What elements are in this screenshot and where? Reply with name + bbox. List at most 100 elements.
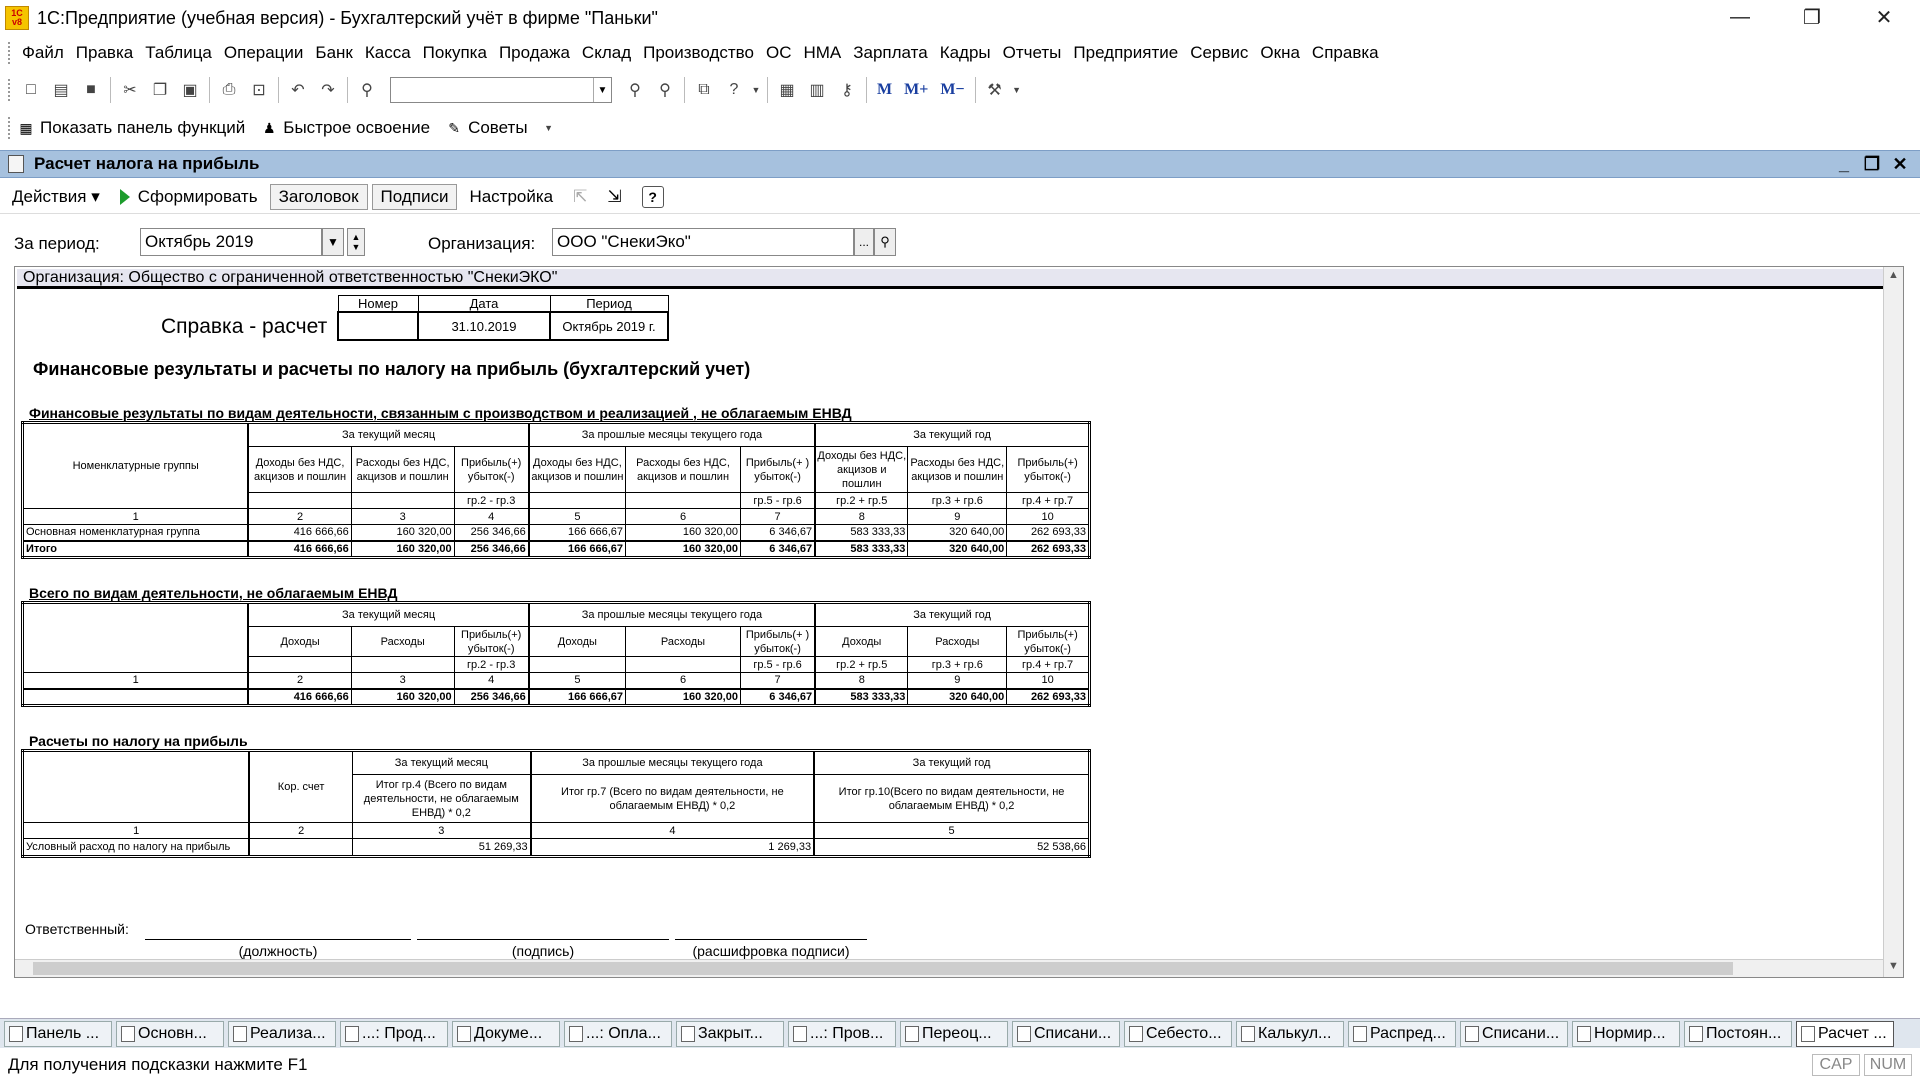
task-item[interactable]: ...: Опла... <box>564 1020 672 1047</box>
calendar-icon[interactable]: ▥ <box>802 75 832 105</box>
task-item[interactable]: Калькул... <box>1236 1020 1344 1047</box>
find-next-icon[interactable]: ⚲ <box>620 75 650 105</box>
menu-hr[interactable]: Кадры <box>934 43 997 63</box>
settings-button[interactable]: Настройка <box>461 185 561 209</box>
task-item[interactable]: Панель ... <box>4 1020 112 1047</box>
generate-button[interactable]: Сформировать <box>112 185 266 209</box>
organization-input[interactable]: ООО "СнекиЭко" <box>552 228 854 256</box>
table-cell: 320 640,00 <box>907 524 1008 541</box>
tips-button[interactable]: ✎ Советы <box>444 118 527 138</box>
preview-icon[interactable]: ⊡ <box>244 75 274 105</box>
chevron-down-icon[interactable]: ▼ <box>542 113 556 143</box>
menu-production[interactable]: Производство <box>637 43 760 63</box>
task-item[interactable]: Основн... <box>116 1020 224 1047</box>
chevron-down-icon[interactable]: ▼ <box>749 75 763 105</box>
import-icon[interactable]: ⇲ <box>599 185 629 209</box>
help-button[interactable]: ? <box>634 184 672 210</box>
menu-service[interactable]: Сервис <box>1184 43 1254 63</box>
tools-icon[interactable]: ⚒ <box>980 75 1010 105</box>
task-item-active[interactable]: Расчет ... <box>1796 1020 1894 1047</box>
menu-intangibles[interactable]: НМА <box>797 43 847 63</box>
menu-salary[interactable]: Зарплата <box>847 43 933 63</box>
open-folder-icon[interactable]: ▤ <box>46 75 76 105</box>
empty-label-cell <box>22 687 250 706</box>
task-item[interactable]: Реализа... <box>228 1020 336 1047</box>
redo-icon[interactable]: ↷ <box>313 75 343 105</box>
menu-edit[interactable]: Правка <box>70 43 139 63</box>
menu-help[interactable]: Справка <box>1306 43 1385 63</box>
task-item[interactable]: ...: Пров... <box>788 1020 896 1047</box>
toolbar-grip[interactable] <box>8 117 12 139</box>
report-spreadsheet[interactable]: Организация: Общество с ограниченной отв… <box>14 266 1904 978</box>
new-document-icon[interactable]: □ <box>16 75 46 105</box>
menu-purchase[interactable]: Покупка <box>417 43 493 63</box>
help-context-icon[interactable]: ? <box>719 75 749 105</box>
menu-fixed-assets[interactable]: ОС <box>760 43 798 63</box>
window-title: 1С:Предприятие (учебная версия) - Бухгал… <box>37 7 658 28</box>
show-panel-button[interactable]: ▦ Показать панель функций <box>16 118 245 138</box>
actions-menu[interactable]: Действия ▾ <box>4 185 108 209</box>
period-input[interactable]: Октябрь 2019 <box>140 228 322 256</box>
report-icon <box>1689 1025 1703 1042</box>
menu-warehouse[interactable]: Склад <box>576 43 637 63</box>
close-button[interactable]: ✕ <box>1848 0 1920 34</box>
task-item[interactable]: Списани... <box>1460 1020 1568 1047</box>
menu-bank[interactable]: Банк <box>309 43 358 63</box>
organization-select-button[interactable]: ... <box>854 228 874 256</box>
menu-enterprise[interactable]: Предприятие <box>1067 43 1184 63</box>
doc-minimize-button[interactable]: _ <box>1830 151 1858 177</box>
memory-plus-button[interactable]: M+ <box>898 81 934 99</box>
signatures-toggle-button[interactable]: Подписи <box>371 183 458 210</box>
memory-button[interactable]: M <box>871 81 898 99</box>
task-item[interactable]: ...: Прод... <box>340 1020 448 1047</box>
doc-restore-button[interactable]: ❐ <box>1858 151 1886 177</box>
task-item[interactable]: Нормир... <box>1572 1020 1680 1047</box>
find-icon[interactable]: ⚲ <box>352 75 382 105</box>
toolbar-grip[interactable] <box>8 42 12 64</box>
paste-icon[interactable]: ▣ <box>175 75 205 105</box>
copy-icon[interactable]: ❐ <box>145 75 175 105</box>
save-icon[interactable]: ■ <box>76 75 106 105</box>
print-icon[interactable]: ⎙ <box>214 75 244 105</box>
chevron-down-icon[interactable]: ▼ <box>593 78 611 102</box>
toolbar-grip[interactable] <box>8 79 12 101</box>
scroll-up-icon[interactable]: ▲ <box>1886 269 1901 284</box>
search-icon[interactable]: ⚲ <box>874 228 896 256</box>
task-item[interactable]: Переоц... <box>900 1020 1008 1047</box>
restore-button[interactable]: ❐ <box>1776 0 1848 34</box>
export-icon[interactable]: ⇱ <box>565 185 595 209</box>
windows-icon[interactable]: ⧉ <box>689 75 719 105</box>
task-item[interactable]: Себесто... <box>1124 1020 1232 1047</box>
scroll-down-icon[interactable]: ▼ <box>1886 960 1901 975</box>
task-item[interactable]: Закрыт... <box>676 1020 784 1047</box>
menu-operations[interactable]: Операции <box>218 43 310 63</box>
memory-minus-button[interactable]: M− <box>934 81 970 99</box>
find-prev-icon[interactable]: ⚲ <box>650 75 680 105</box>
task-item[interactable]: Докуме... <box>452 1020 560 1047</box>
chevron-down-icon[interactable]: ▼ <box>1010 75 1024 105</box>
search-combo[interactable]: ▼ <box>390 77 612 103</box>
menu-reports[interactable]: Отчеты <box>997 43 1068 63</box>
header-toggle-button[interactable]: Заголовок <box>269 183 368 210</box>
minimize-button[interactable]: — <box>1704 0 1776 34</box>
menu-cash[interactable]: Касса <box>359 43 417 63</box>
undo-icon[interactable]: ↶ <box>283 75 313 105</box>
menu-file[interactable]: Файл <box>16 43 70 63</box>
task-item[interactable]: Постоян... <box>1684 1020 1792 1047</box>
calculator-icon[interactable]: ▦ <box>772 75 802 105</box>
menu-windows[interactable]: Окна <box>1254 43 1306 63</box>
doc-close-button[interactable]: ✕ <box>1886 151 1914 177</box>
cut-icon[interactable]: ✂ <box>115 75 145 105</box>
lightbulb-icon: ✎ <box>448 119 460 136</box>
period-spinner[interactable]: ▲ ▼ <box>347 228 365 256</box>
scroll-thumb[interactable] <box>33 962 1733 975</box>
task-item[interactable]: Списани... <box>1012 1020 1120 1047</box>
task-item[interactable]: Распред... <box>1348 1020 1456 1047</box>
menu-sales[interactable]: Продажа <box>493 43 576 63</box>
key-icon[interactable]: ⚷ <box>832 75 862 105</box>
quick-learn-button[interactable]: ♟ Быстрое освоение <box>259 118 430 138</box>
horizontal-scrollbar[interactable] <box>15 959 1883 977</box>
period-dropdown-button[interactable]: ▼ <box>322 228 344 256</box>
vertical-scrollbar[interactable]: ▲ ▼ <box>1883 267 1903 977</box>
menu-table[interactable]: Таблица <box>139 43 218 63</box>
